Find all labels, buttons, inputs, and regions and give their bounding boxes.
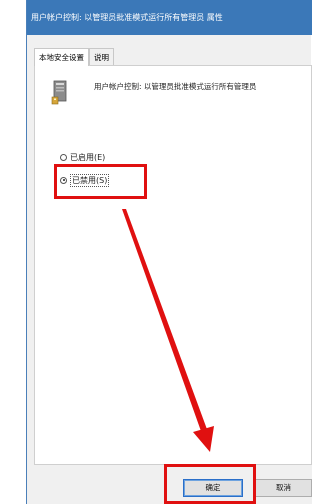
policy-server-icon <box>51 80 67 105</box>
enabled-radio[interactable] <box>60 153 67 161</box>
cancel-button[interactable]: 取消 <box>255 479 312 497</box>
enabled-option[interactable]: 已启用(E) <box>60 150 105 164</box>
settings-panel: 用户帐户控制: 以管理员批准模式运行所有管理员 已启用(E) 已禁用(S) <box>34 65 312 465</box>
ok-button-highlight <box>164 464 256 504</box>
disabled-option-highlight <box>54 164 147 199</box>
window-title: 用户帐户控制: 以管理员批准模式运行所有管理员 属性 <box>27 0 312 35</box>
enabled-label: 已启用(E) <box>70 152 106 162</box>
tab-explain[interactable]: 说明 <box>89 48 114 65</box>
properties-dialog: 用户帐户控制: 以管理员批准模式运行所有管理员 属性 本地安全设置 说明 用户帐… <box>26 0 312 504</box>
tab-local-security-setting[interactable]: 本地安全设置 <box>34 48 89 66</box>
policy-title: 用户帐户控制: 以管理员批准模式运行所有管理员 <box>94 82 257 91</box>
tab-strip: 本地安全设置 说明 <box>34 48 114 66</box>
